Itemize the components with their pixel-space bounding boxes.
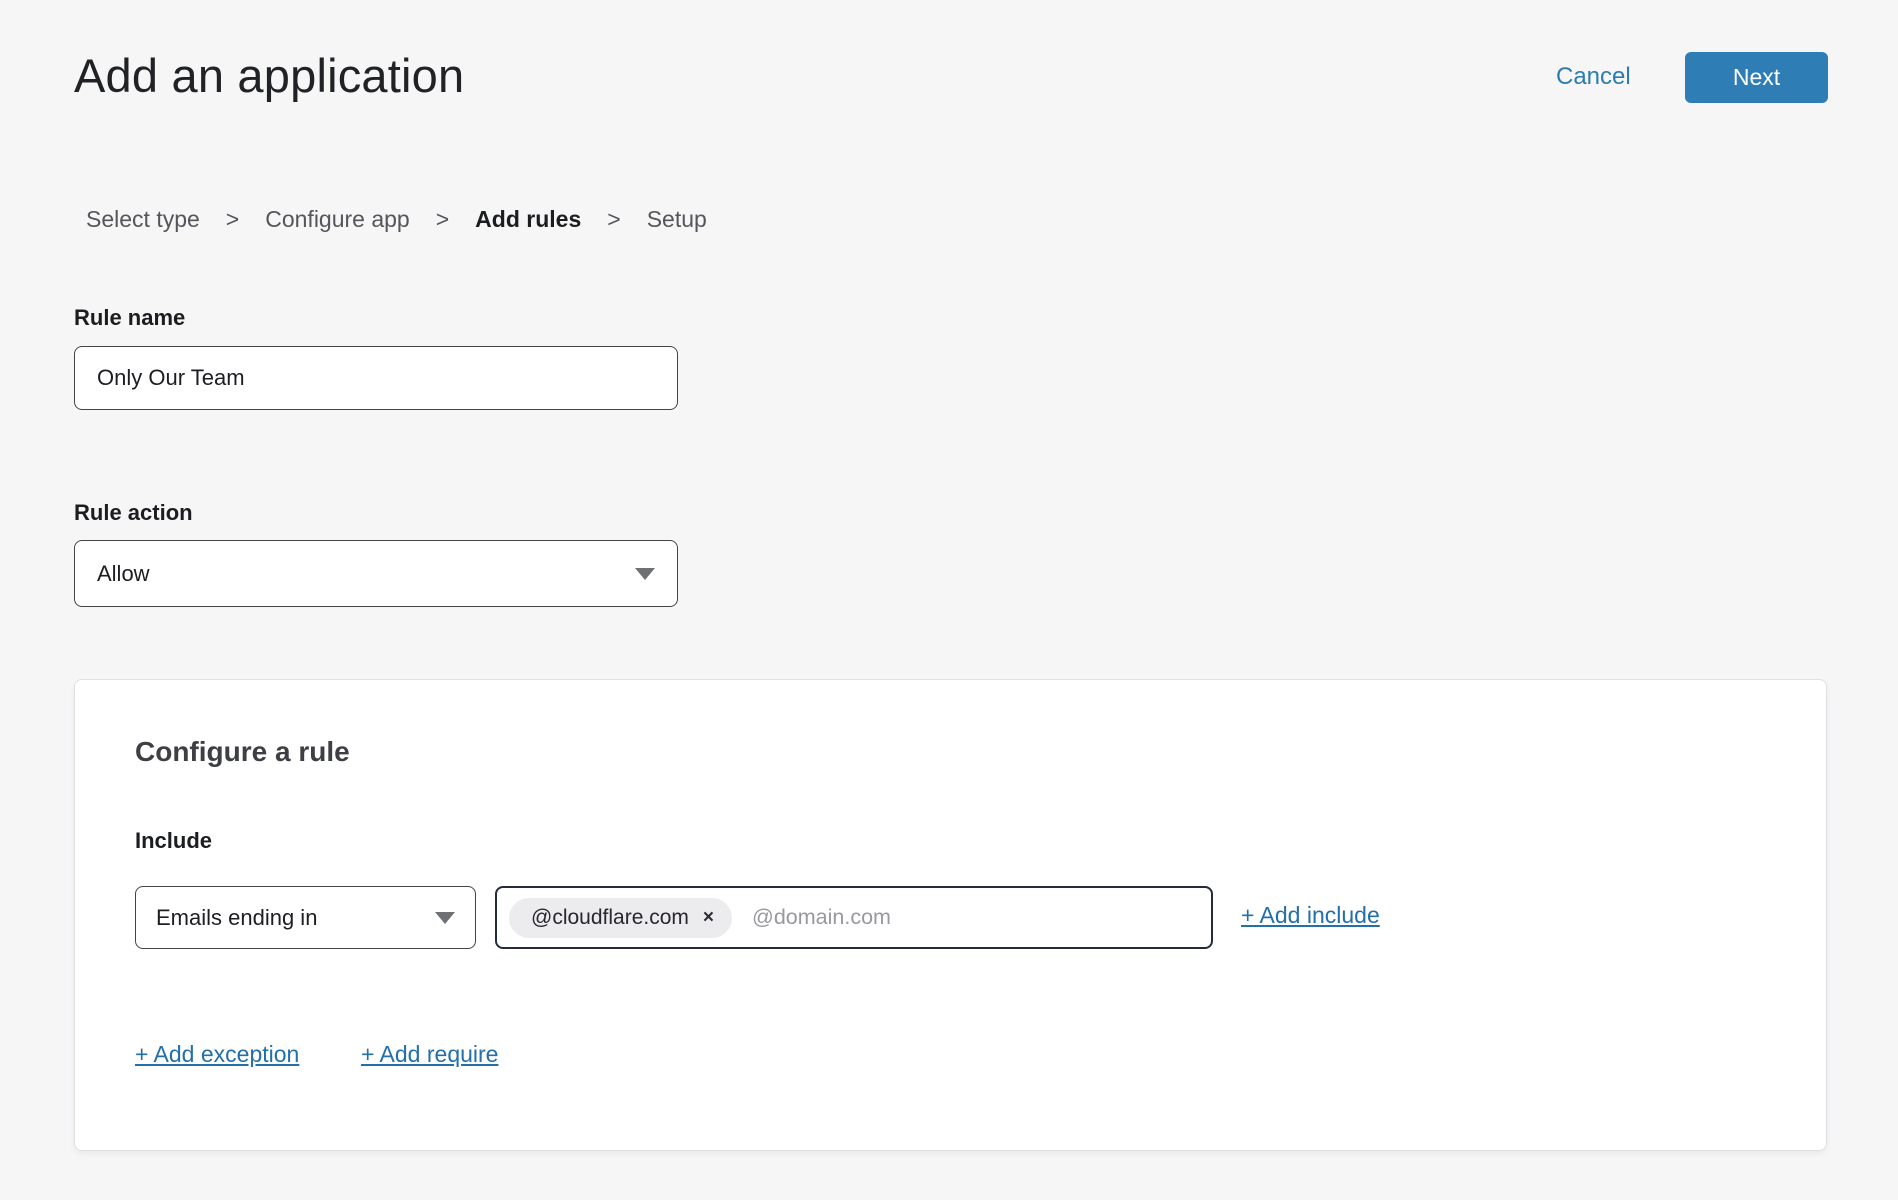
breadcrumb-step-add-rules[interactable]: Add rules [475, 206, 581, 233]
rule-action-select[interactable]: Allow [74, 540, 678, 607]
breadcrumb-step-select-type[interactable]: Select type [86, 206, 200, 233]
add-require-link[interactable]: + Add require [361, 1041, 498, 1068]
chevron-down-icon [635, 568, 655, 580]
include-label: Include [135, 828, 212, 854]
breadcrumb-separator: > [226, 206, 239, 233]
chevron-down-icon [435, 912, 455, 924]
rule-action-label: Rule action [74, 500, 193, 526]
next-button[interactable]: Next [1685, 52, 1828, 103]
breadcrumb: Select type > Configure app > Add rules … [86, 206, 707, 233]
rule-name-input[interactable] [74, 346, 678, 410]
breadcrumb-step-setup[interactable]: Setup [647, 206, 707, 233]
include-type-selected-value: Emails ending in [156, 905, 317, 931]
add-exception-link[interactable]: + Add exception [135, 1041, 299, 1068]
remove-tag-icon[interactable]: × [703, 908, 714, 927]
cancel-button[interactable]: Cancel [1556, 63, 1631, 91]
email-domains-tag-field[interactable]: @cloudflare.com × [495, 886, 1213, 949]
page-title: Add an application [74, 48, 464, 103]
configure-rule-title: Configure a rule [135, 736, 350, 768]
breadcrumb-separator: > [436, 206, 449, 233]
domain-input[interactable] [752, 905, 1199, 930]
configure-rule-card: Configure a rule Include Emails ending i… [74, 679, 1827, 1151]
breadcrumb-step-configure-app[interactable]: Configure app [265, 206, 410, 233]
tag-chip: @cloudflare.com × [509, 898, 732, 938]
rule-name-label: Rule name [74, 305, 185, 331]
tag-chip-label: @cloudflare.com [531, 906, 689, 930]
add-application-page: Add an application Cancel Next Select ty… [0, 0, 1898, 1200]
add-include-link[interactable]: + Add include [1241, 902, 1380, 929]
include-type-select[interactable]: Emails ending in [135, 886, 476, 949]
breadcrumb-separator: > [607, 206, 620, 233]
rule-action-selected-value: Allow [97, 561, 150, 587]
